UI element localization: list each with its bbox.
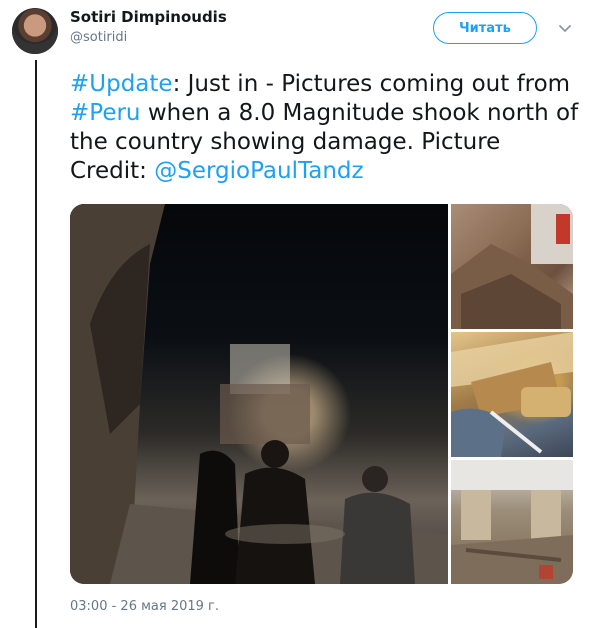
author-name[interactable]: Sotiri Dimpinoudis — [70, 8, 227, 26]
tweet-timestamp[interactable]: 03:00 - 26 мая 2019 г. — [70, 599, 219, 614]
follow-button[interactable]: Читать — [433, 12, 537, 44]
chevron-down-icon[interactable] — [557, 20, 573, 36]
thread-line — [35, 60, 37, 628]
hashtag-peru-link[interactable]: #Peru — [70, 100, 141, 126]
hashtag-update-link[interactable]: #Update — [70, 71, 173, 97]
mention-sergiopaultandz-link[interactable]: @SergioPaulTandz — [154, 158, 363, 184]
photo-crushed-cars[interactable] — [451, 332, 573, 457]
avatar[interactable] — [12, 8, 58, 54]
photo-night-street[interactable] — [70, 204, 448, 584]
tweet-text: #Update: Just in - Pictures coming out f… — [70, 70, 580, 186]
author-handle[interactable]: @sotiridi — [70, 30, 127, 45]
media-grid — [70, 204, 573, 584]
photo-collapsed-building[interactable] — [451, 204, 573, 329]
tweet-text-part-1: : Just in - Pictures coming out from — [172, 71, 571, 97]
photo-damaged-interior[interactable] — [451, 460, 573, 584]
